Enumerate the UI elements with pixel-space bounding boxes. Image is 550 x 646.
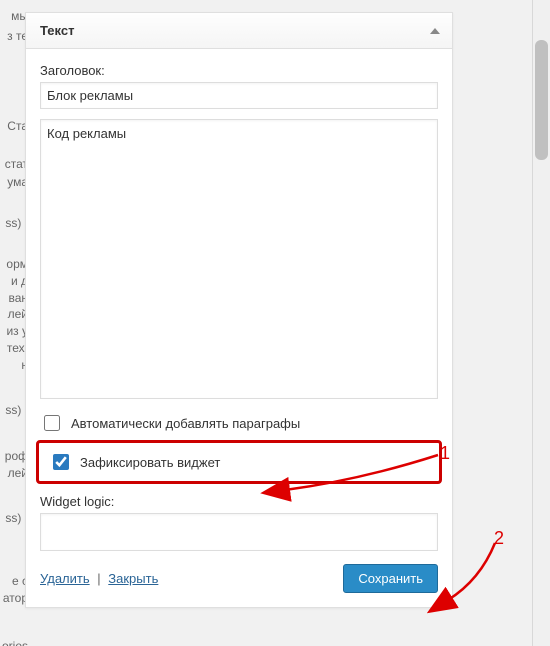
widget-logic-label: Widget logic:: [40, 494, 438, 509]
content-row: [40, 119, 438, 402]
text-widget-panel: Текст Заголовок: Автоматически добавлять…: [25, 12, 453, 608]
annotation-number-2: 2: [494, 528, 504, 549]
title-input[interactable]: [40, 82, 438, 109]
auto-paragraphs-label: Автоматически добавлять параграфы: [71, 416, 300, 431]
fix-widget-row: Зафиксировать виджет: [49, 451, 429, 473]
widget-logic-row: Widget logic:: [40, 494, 438, 554]
widget-title: Текст: [40, 23, 74, 38]
widget-header[interactable]: Текст: [26, 13, 452, 49]
widget-body: Заголовок: Автоматически добавлять параг…: [26, 49, 452, 607]
fix-widget-highlight: Зафиксировать виджет: [36, 440, 442, 484]
title-label: Заголовок:: [40, 63, 438, 78]
fix-widget-checkbox[interactable]: [53, 454, 69, 470]
widget-logic-textarea[interactable]: [40, 513, 438, 551]
link-separator: |: [97, 571, 100, 586]
canvas: мыз теСтастатумаss) .орми дванлейиз утех…: [0, 0, 550, 646]
scrollbar-thumb[interactable]: [535, 40, 548, 160]
content-textarea[interactable]: [40, 119, 438, 399]
save-button[interactable]: Сохранить: [343, 564, 438, 593]
scrollbar[interactable]: [532, 0, 550, 646]
widget-links: Удалить | Закрыть: [40, 571, 158, 586]
close-link[interactable]: Закрыть: [108, 571, 158, 586]
fix-widget-label: Зафиксировать виджет: [80, 455, 220, 470]
auto-paragraphs-checkbox[interactable]: [44, 415, 60, 431]
title-row: Заголовок:: [40, 63, 438, 109]
delete-link[interactable]: Удалить: [40, 571, 90, 586]
sidebar-fragment: ories: [0, 638, 30, 646]
collapse-icon: [430, 28, 440, 34]
widget-footer: Удалить | Закрыть Сохранить: [40, 564, 438, 593]
auto-paragraphs-row: Автоматически добавлять параграфы: [40, 412, 438, 434]
